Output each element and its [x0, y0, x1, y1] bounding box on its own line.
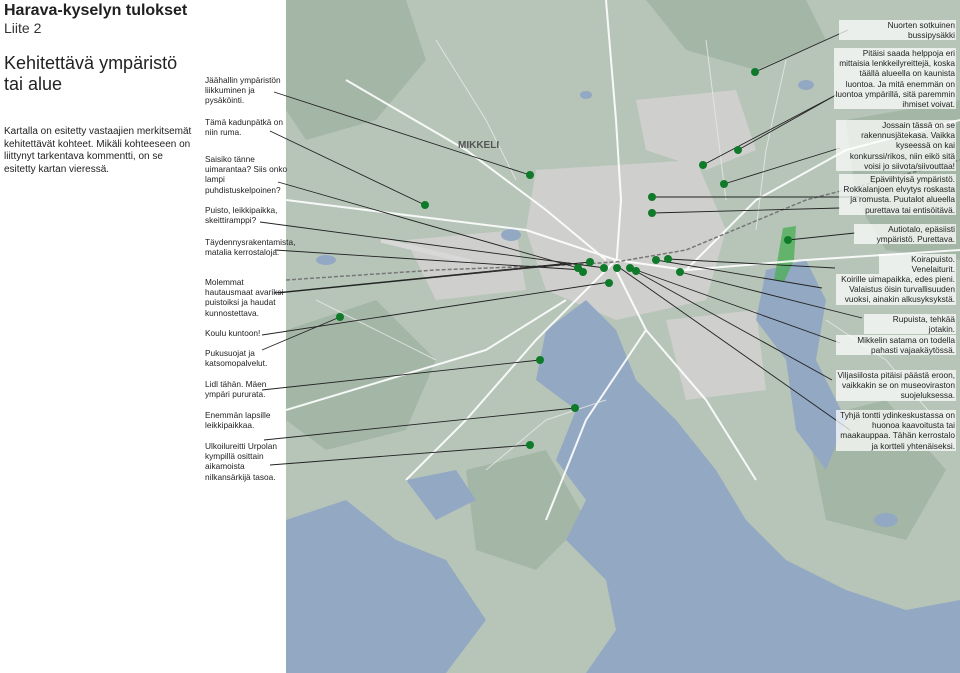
comment-right-10: Viljasiilosta pitäisi päästä eroon, vaik…: [836, 370, 956, 401]
page-subtitle: Liite 2: [4, 20, 42, 36]
comment-left-11: Ulkoilureitti Urpolan kympillä osittain …: [205, 441, 277, 482]
page-title: Harava-kyselyn tulokset: [4, 2, 188, 19]
comment-left-5: Täydennysrakentamista, matalia kerrostal…: [205, 237, 296, 258]
comment-right-3: Jossain tässä on se rakennusjätekasa. Va…: [836, 120, 956, 172]
comment-left-3: Saisiko tänne uimarantaa? Siis onko lamp…: [205, 154, 288, 195]
comment-left-1: Jäähallin ympäristön liikkuminen ja pysä…: [205, 75, 281, 106]
comment-right-1: Nuorten sotkuinen bussipysäkki: [839, 20, 956, 41]
comment-right-2: Pitäisi saada helppoja eri mittaisia len…: [834, 48, 956, 110]
comment-left-6: Molemmat hautausmaat avariksi puistoiksi…: [205, 277, 284, 318]
section-heading: Kehitettävä ympäristö tai alue: [4, 53, 204, 95]
comment-left-7: Koulu kuntoon!: [205, 328, 261, 338]
comment-left-9: Lidl tähän. Mäen ympäri pururata.: [205, 379, 267, 400]
comment-left-10: Enemmän lapsille leikkipaikkaa.: [205, 410, 271, 431]
comment-left-2: Tämä kadunpätkä on niin ruma.: [205, 117, 283, 138]
comment-right-6: Koirapuisto. Venelaiturit.: [879, 254, 956, 275]
section-heading-line2: tai alue: [4, 74, 63, 94]
comment-left-8: Pukusuojat ja katsomopalvelut.: [205, 348, 268, 369]
comment-right-9: Mikkelin satama on todella pahasti vajaa…: [836, 335, 956, 356]
comment-right-5: Autiotalo, epäsiisti ympäristö. Purettav…: [854, 224, 956, 245]
comment-right-7: Koirille uimapaikka, edes pieni. Valaist…: [836, 274, 956, 305]
city-label: MIKKELI: [458, 140, 499, 151]
comment-right-4: Epäviihtyisä ympäristö. Rokkalanjoen elv…: [839, 174, 956, 215]
section-heading-line1: Kehitettävä ympäristö: [4, 53, 178, 73]
comment-left-4: Puisto, leikkipaikka, skeittiramppi?: [205, 205, 278, 226]
intro-text: Kartalla on esitetty vastaajien merkitse…: [4, 126, 192, 175]
comment-right-11: Tyhjä tontti ydinkeskustassa on huonoa k…: [836, 410, 956, 451]
comment-right-8: Rupuista, tehkää jotakin.: [864, 314, 956, 335]
